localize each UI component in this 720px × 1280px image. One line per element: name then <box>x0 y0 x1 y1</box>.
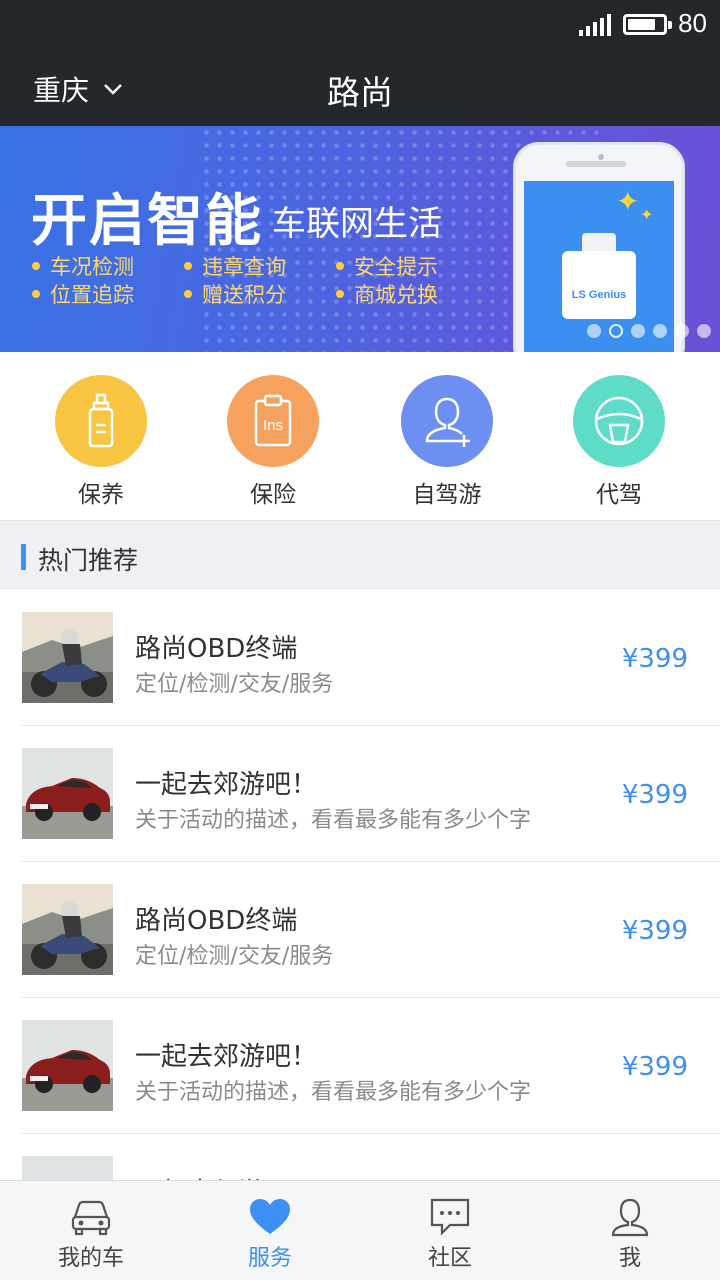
chat-bubble-icon <box>430 1198 470 1236</box>
page-title: 路尚 <box>327 73 393 112</box>
item-description: 定位/检测/交友/服务 <box>135 672 334 697</box>
item-description: 定位/检测/交友/服务 <box>135 944 334 969</box>
carousel-dot[interactable] <box>697 324 711 338</box>
car-icon <box>71 1200 111 1236</box>
bullet-dot <box>32 262 40 270</box>
obd-body: LS Genius <box>562 251 636 319</box>
bullet-dot <box>336 290 344 298</box>
svg-text:Ins: Ins <box>263 417 283 434</box>
tab-community[interactable]: 社区 <box>380 1197 520 1272</box>
status-bar: 80 <box>0 0 720 50</box>
heart-icon <box>250 1199 290 1234</box>
section-accent-bar <box>21 544 26 570</box>
tab-label: 服务 <box>247 1246 292 1271</box>
tab-services[interactable]: 服务 <box>200 1197 340 1272</box>
category-label: 代驾 <box>596 482 642 508</box>
item-title: 一起去郊游吧！ <box>135 1172 317 1180</box>
item-title: 路尚OBD终端 <box>135 634 298 664</box>
list-item[interactable]: 路尚OBD终端 定位/检测/交友/服务 ¥399 <box>0 590 720 726</box>
battery-percent: 80 <box>678 8 707 38</box>
banner-feature: 位置追踪 <box>32 282 184 307</box>
section-header: 热门推荐 <box>0 520 720 589</box>
category-icon-circle <box>573 375 665 467</box>
recommendation-list: 路尚OBD终端 定位/检测/交友/服务 ¥399 一起去郊游吧！ 关于活动的描述… <box>0 590 720 1180</box>
category-insurance[interactable]: Ins 保险 <box>203 375 343 509</box>
tab-my-car[interactable]: 我的车 <box>21 1197 161 1272</box>
steering-wheel-icon <box>594 396 644 446</box>
category-label: 自驾游 <box>412 482 482 508</box>
category-icon-circle <box>55 375 147 467</box>
list-item[interactable]: 路尚OBD终端 定位/检测/交友/服务 ¥399 <box>0 862 720 998</box>
item-price: ¥399 <box>621 1052 688 1082</box>
bullet-dot <box>184 290 192 298</box>
banner-feature: 车况检测 <box>32 254 184 279</box>
banner-feature: 安全提示 <box>336 254 488 279</box>
tab-label: 社区 <box>427 1246 472 1271</box>
device-label: LS Genius <box>571 289 627 301</box>
bottom-tab-bar: 我的车 服务 社区 我 <box>0 1180 720 1280</box>
phone-speaker <box>566 161 626 167</box>
motorcycle-thumbnail <box>22 612 113 703</box>
list-item[interactable]: 一起去郊游吧！ 关于活动的描述，看看最多能有多少个字 ¥399 <box>0 726 720 862</box>
item-title: 一起去郊游吧！ <box>135 1042 318 1072</box>
carousel-dot[interactable] <box>675 324 689 338</box>
motorcycle-thumbnail <box>22 884 113 975</box>
list-item[interactable]: 一起去郊游吧！ 关于活动的描述，看看最多能有多少个字 ¥399 <box>0 998 720 1134</box>
item-price: ¥399 <box>621 916 688 946</box>
car-thumbnail <box>22 1156 113 1180</box>
item-title: 一起去郊游吧！ <box>135 770 318 800</box>
category-designated-driver[interactable]: 代驾 <box>549 375 689 509</box>
category-icon-circle <box>401 375 493 467</box>
category-road-trip[interactable]: 自驾游 <box>377 375 517 509</box>
item-price: ¥399 <box>621 644 688 674</box>
category-maintenance[interactable]: 保养 <box>31 375 171 509</box>
service-categories: 保养 Ins 保险 自驾游 代驾 <box>0 352 720 520</box>
item-title: 路尚OBD终端 <box>135 906 298 936</box>
banner-feature-list: 车况检测 违章查询 安全提示 位置追踪 赠送积分 商城兑换 <box>32 254 472 307</box>
signal-strength-icon <box>579 14 611 36</box>
item-description: 关于活动的描述，看看最多能有多少个字 <box>135 1080 532 1105</box>
banner-feature: 商城兑换 <box>336 282 488 307</box>
category-label: 保养 <box>78 482 124 508</box>
insurance-clipboard-icon: Ins <box>254 394 292 447</box>
car-thumbnail <box>22 1020 113 1111</box>
nav-bar: 重庆 路尚 <box>0 50 720 126</box>
bullet-dot <box>184 262 192 270</box>
carousel-indicator <box>587 324 711 338</box>
tab-label: 我 <box>618 1246 641 1271</box>
add-person-icon <box>425 397 470 447</box>
lotion-bottle-icon <box>88 393 114 448</box>
item-description: 关于活动的描述，看看最多能有多少个字 <box>135 808 532 833</box>
bullet-dot <box>32 290 40 298</box>
list-item[interactable]: 一起去郊游吧！ <box>0 1134 720 1180</box>
carousel-dot[interactable] <box>631 324 645 338</box>
battery-icon <box>623 14 672 35</box>
sparkle-icon: ✦ <box>616 185 640 218</box>
carousel-dot[interactable] <box>587 324 601 338</box>
carousel-dot[interactable] <box>653 324 667 338</box>
section-title: 热门推荐 <box>38 546 139 575</box>
phone-illustration: ✦ ✦ LS Genius <box>513 142 685 352</box>
category-icon-circle: Ins <box>227 375 319 467</box>
tab-me[interactable]: 我 <box>560 1197 700 1272</box>
sparkle-icon: ✦ <box>640 205 654 224</box>
bullet-dot <box>336 262 344 270</box>
banner-subtitle: 车联网生活 <box>272 204 442 244</box>
tab-label: 我的车 <box>57 1246 124 1271</box>
category-label: 保险 <box>250 482 296 508</box>
person-icon <box>611 1198 649 1237</box>
car-thumbnail <box>22 748 113 839</box>
banner-title: 开启智能 <box>31 189 263 254</box>
banner-feature: 违章查询 <box>184 254 336 279</box>
item-price: ¥399 <box>621 780 688 810</box>
battery-level <box>628 19 655 30</box>
banner-feature: 赠送积分 <box>184 282 336 307</box>
carousel-dot[interactable] <box>609 324 623 338</box>
phone-camera <box>598 154 604 160</box>
obd-device-illustration: LS Genius <box>562 233 636 319</box>
promo-banner[interactable]: 开启智能 车联网生活 车况检测 违章查询 安全提示 位置追踪 赠送积分 商城兑换… <box>0 126 720 352</box>
